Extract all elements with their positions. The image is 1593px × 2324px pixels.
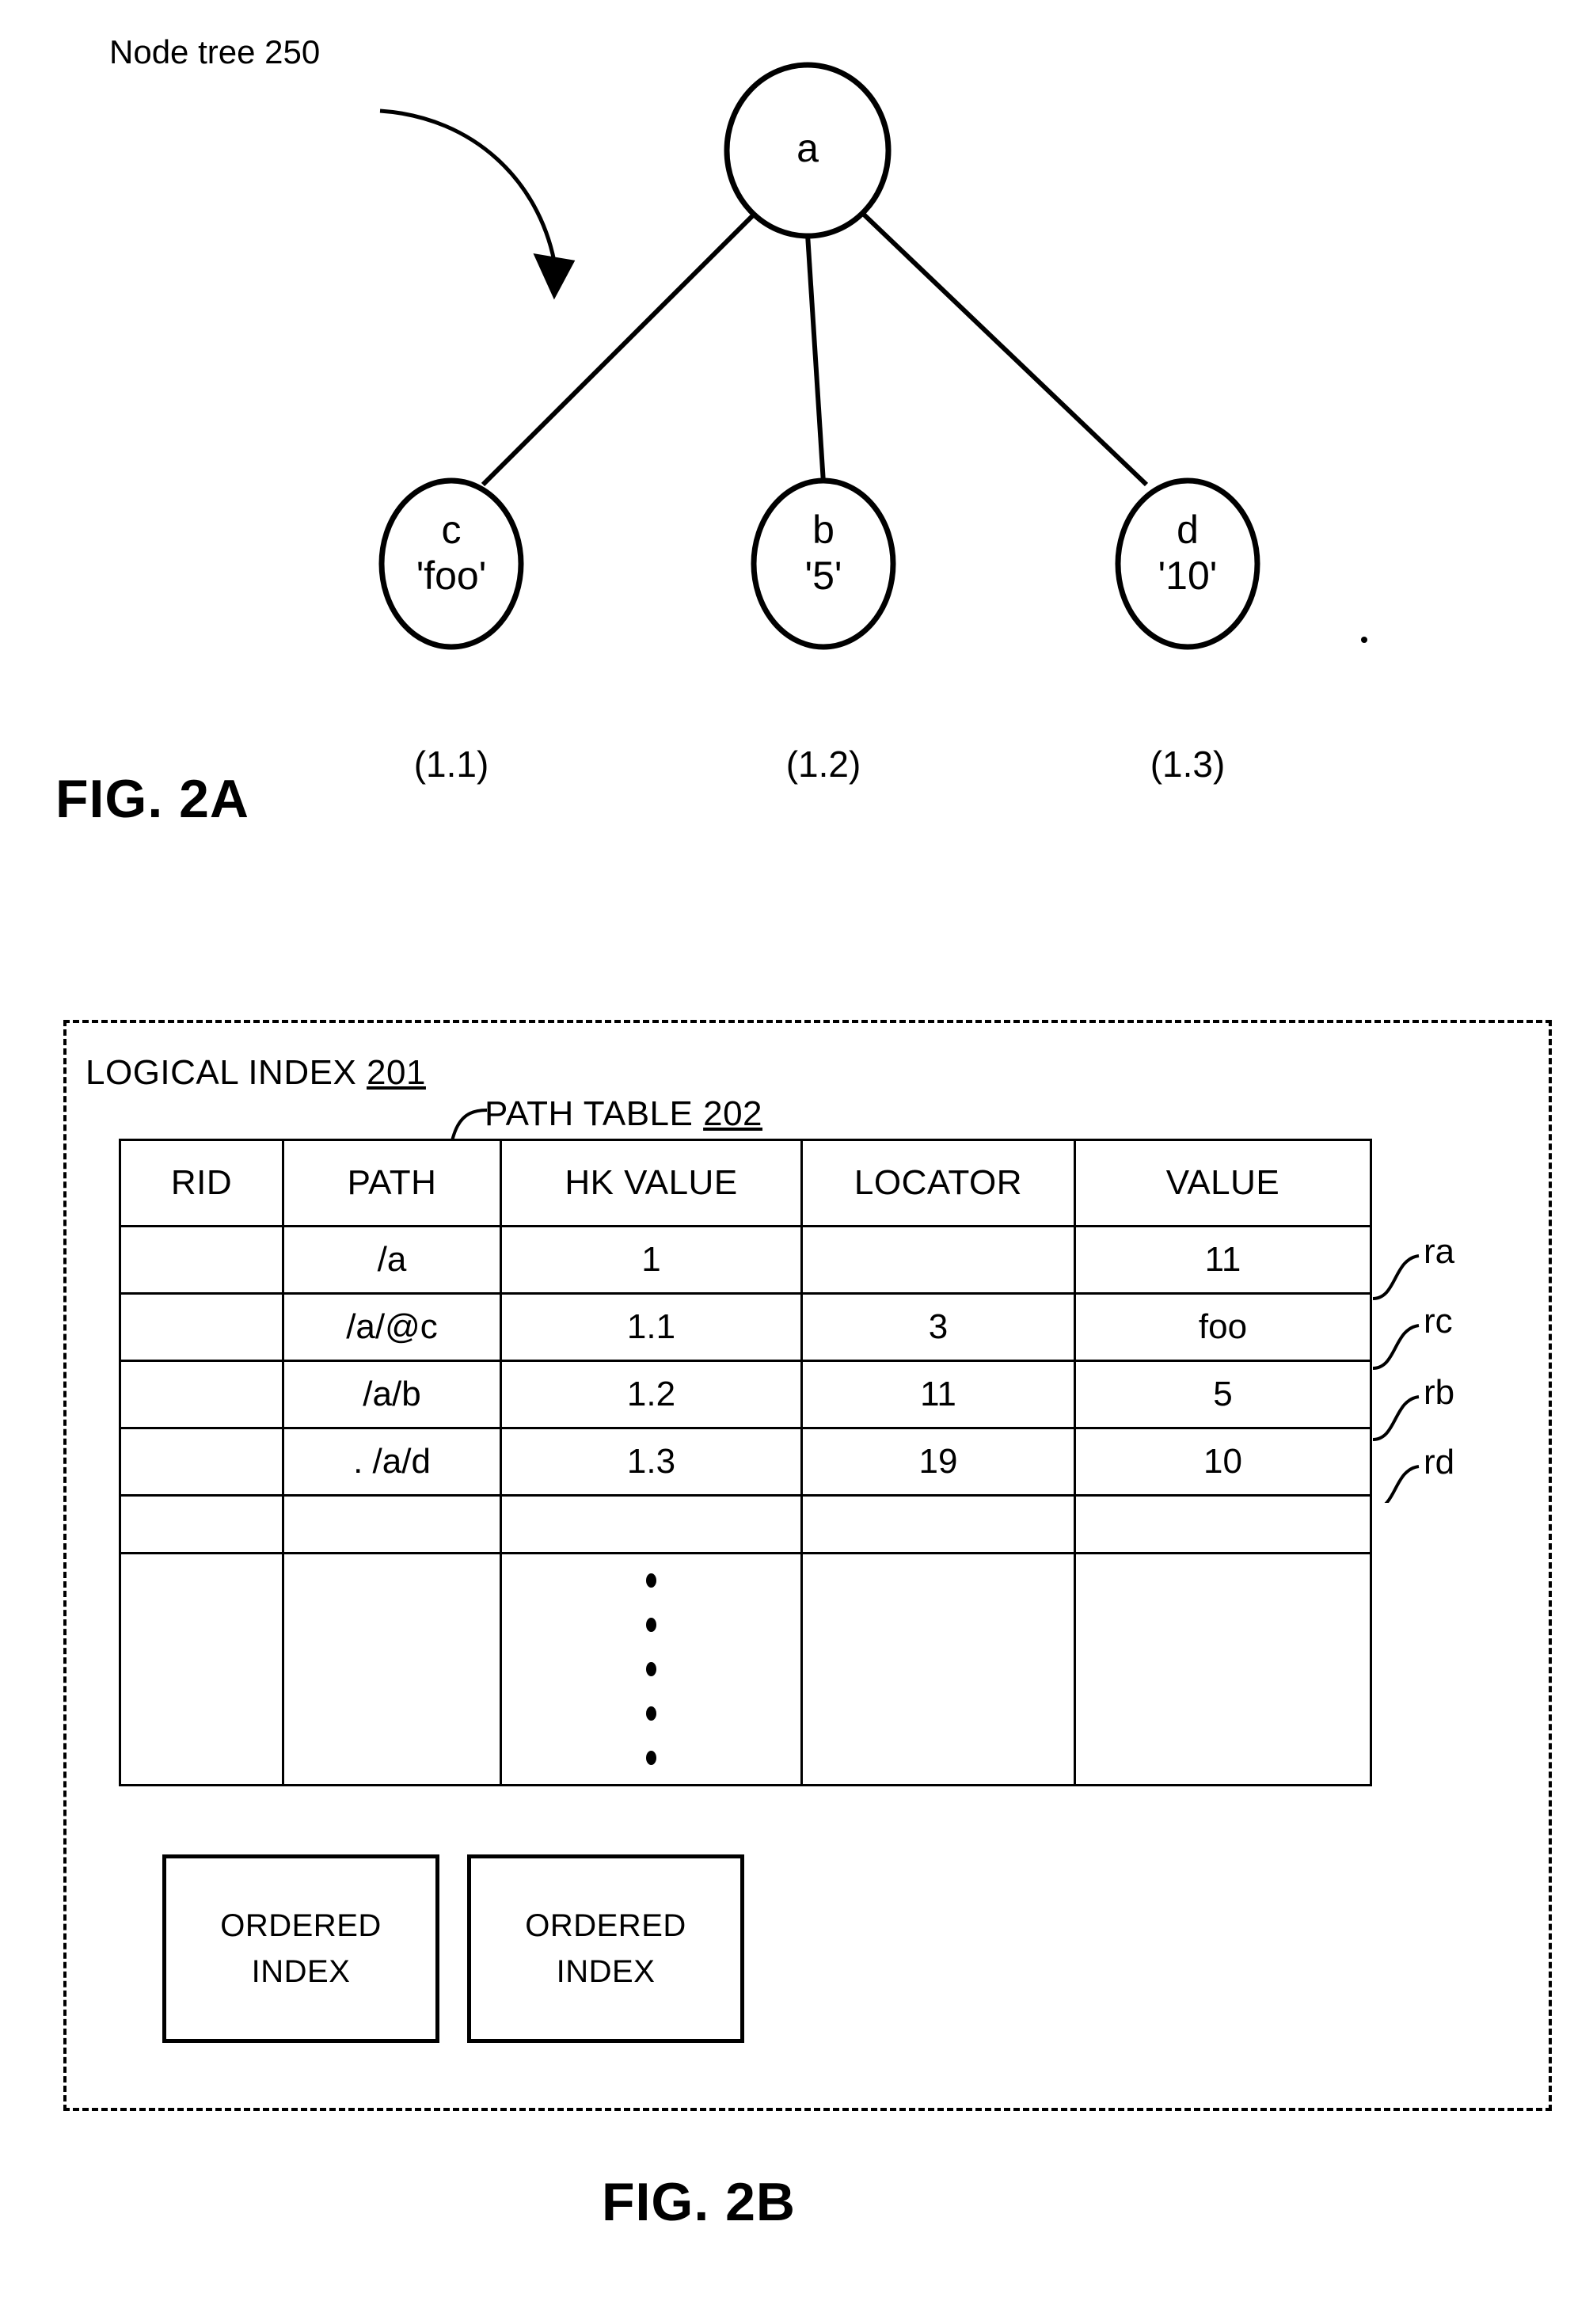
column-header-hk-value: HK VALUE — [500, 1139, 803, 1227]
vertical-ellipsis-icon — [500, 1552, 803, 1786]
node-tree-callout-label: Node tree 250 — [109, 33, 321, 70]
cell-path: /a — [282, 1225, 502, 1295]
hk-label-c: (1.1) — [413, 744, 489, 785]
logical-index-label-text: LOGICAL INDEX — [86, 1053, 367, 1092]
tree-node-d-value: '10' — [1158, 553, 1218, 598]
table-row-empty — [119, 1494, 1372, 1554]
cell-hk-value: 1.1 — [500, 1292, 803, 1362]
edge-a-to-d — [859, 210, 1149, 487]
column-header-path: PATH — [282, 1139, 502, 1227]
row-marker-rb: rb — [1424, 1373, 1455, 1412]
tree-node-c-value: 'foo' — [416, 553, 487, 598]
cell-rid — [119, 1292, 284, 1362]
table-row: /a/@c 1.1 3 foo — [119, 1292, 1372, 1362]
row-marker-rc: rc — [1424, 1302, 1453, 1341]
cell-path: . /a/d — [282, 1427, 502, 1497]
cell-rid — [119, 1552, 284, 1786]
path-table-label-text: PATH TABLE — [485, 1094, 704, 1133]
path-table: RID PATH HK VALUE LOCATOR VALUE /a 1 11 … — [119, 1139, 1372, 1786]
column-header-rid: RID — [119, 1139, 284, 1227]
hk-label-d: (1.3) — [1150, 744, 1226, 785]
cell-value: 11 — [1074, 1225, 1372, 1295]
cell-locator: 11 — [800, 1360, 1076, 1429]
cell-locator — [800, 1494, 1076, 1554]
cell-locator — [800, 1552, 1076, 1786]
ordered-index-box-1[interactable]: ORDERED INDEX — [162, 1854, 439, 2043]
logical-index-ref-number: 201 — [367, 1053, 426, 1092]
cell-locator: 3 — [800, 1292, 1076, 1362]
ordered-index-box-1-line1: ORDERED — [220, 1908, 382, 1943]
ordered-index-box-2-line2: INDEX — [556, 1954, 656, 1989]
ordered-index-box-2-line1: ORDERED — [525, 1908, 686, 1943]
hk-label-b: (1.2) — [785, 744, 861, 785]
logical-index-label: LOGICAL INDEX 201 — [86, 1053, 426, 1093]
column-header-value: VALUE — [1074, 1139, 1372, 1227]
cell-path — [282, 1494, 502, 1554]
figure-2a-caption: FIG. 2A — [55, 769, 250, 829]
tree-node-a-label: a — [796, 126, 819, 170]
row-marker-leader-lines — [1372, 1254, 1420, 1503]
ordered-index-box-2-label: ORDERED INDEX — [525, 1903, 686, 1995]
cell-locator: 19 — [800, 1427, 1076, 1497]
edge-a-to-c — [481, 210, 758, 487]
cell-path: /a/@c — [282, 1292, 502, 1362]
ordered-index-box-1-line2: INDEX — [251, 1954, 351, 1989]
figure-2b-caption: FIG. 2B — [602, 2172, 796, 2232]
leader-rb — [1372, 1395, 1420, 1441]
table-row: /a/b 1.2 11 5 — [119, 1360, 1372, 1429]
cell-hk-value — [500, 1494, 803, 1554]
tree-node-b-name: b — [812, 508, 835, 552]
cell-value — [1074, 1552, 1372, 1786]
leader-rc — [1372, 1324, 1420, 1370]
table-row: . /a/d 1.3 19 10 — [119, 1427, 1372, 1497]
leader-ra — [1372, 1254, 1420, 1300]
cell-rid — [119, 1225, 284, 1295]
cell-value — [1074, 1494, 1372, 1554]
cell-value: 10 — [1074, 1427, 1372, 1497]
cell-rid — [119, 1427, 284, 1497]
leader-rd — [1384, 1465, 1420, 1503]
edge-a-to-b — [805, 234, 826, 484]
scan-artifact-dot — [1361, 637, 1367, 643]
column-header-locator: LOCATOR — [800, 1139, 1076, 1227]
ordered-index-box-1-label: ORDERED INDEX — [220, 1903, 382, 1995]
callout-arrow-head — [533, 253, 576, 300]
row-marker-rd: rd — [1424, 1443, 1455, 1482]
path-table-ref-number: 202 — [703, 1094, 763, 1133]
table-row-continuation — [119, 1552, 1372, 1786]
cell-hk-value: 1 — [500, 1225, 803, 1295]
cell-rid — [119, 1494, 284, 1554]
cell-hk-value: 1.3 — [500, 1427, 803, 1497]
tree-node-c-name: c — [441, 508, 462, 552]
tree-node-d-name: d — [1177, 508, 1199, 552]
cell-value: 5 — [1074, 1360, 1372, 1429]
patent-figure-sheet: Node tree 250 a c 'foo' b '5' d '10' (1.… — [0, 0, 1593, 2324]
callout-arrow-line — [379, 108, 557, 262]
cell-rid — [119, 1360, 284, 1429]
cell-hk-value: 1.2 — [500, 1360, 803, 1429]
cell-path — [282, 1552, 502, 1786]
path-table-header-row: RID PATH HK VALUE LOCATOR VALUE — [119, 1139, 1372, 1227]
path-table-label: PATH TABLE 202 — [485, 1094, 762, 1134]
cell-locator — [800, 1225, 1076, 1295]
ordered-index-box-2[interactable]: ORDERED INDEX — [467, 1854, 744, 2043]
table-row: /a 1 11 — [119, 1225, 1372, 1295]
tree-edges — [481, 210, 1149, 487]
row-marker-ra: ra — [1424, 1232, 1455, 1271]
tree-node-b-value: '5' — [804, 553, 842, 598]
cell-value: foo — [1074, 1292, 1372, 1362]
cell-path: /a/b — [282, 1360, 502, 1429]
